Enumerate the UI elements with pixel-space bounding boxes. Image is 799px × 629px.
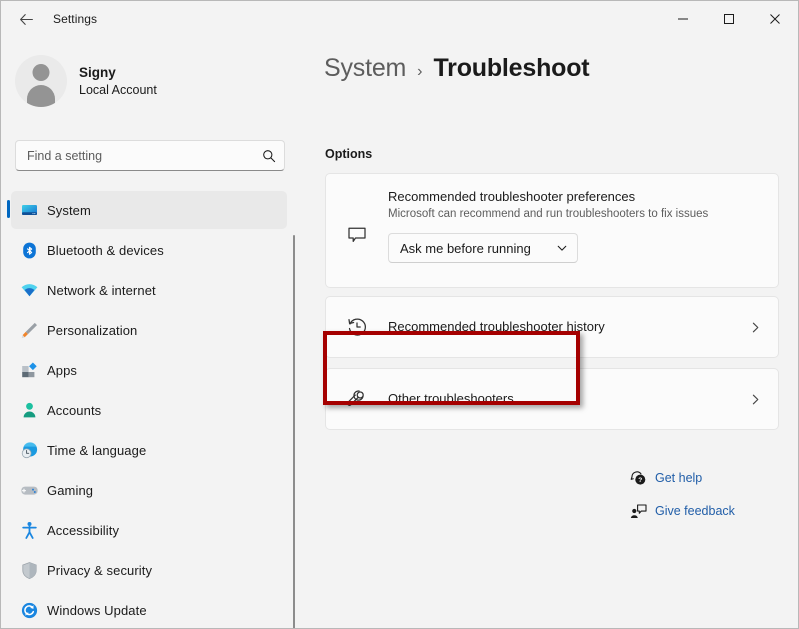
card-title: Other troubleshooters [388,391,514,406]
maximize-icon [724,14,734,24]
navigation-list: System Bluetooth & devices Network & int… [1,191,297,628]
section-label-options: Options [325,147,373,161]
sidebar-item-label: System [47,202,91,218]
sidebar-item-label: Personalization [47,322,138,338]
breadcrumb: System › Troubleshoot [324,54,590,83]
update-refresh-icon [11,601,47,620]
sidebar-item-label: Time & language [47,442,147,458]
card-body: Recommended troubleshooter history [388,318,732,336]
main-content: System › Troubleshoot Options Recommende… [297,37,798,628]
account-person-icon [11,401,47,420]
speech-bubble-icon [326,224,388,246]
breadcrumb-parent[interactable]: System [324,54,406,83]
shield-icon [11,561,47,580]
window-controls [660,1,798,37]
svg-text:?: ? [638,477,642,484]
minimize-icon [678,18,688,20]
search-icon [254,149,284,163]
back-arrow-icon [19,13,33,25]
sidebar-item-network-internet[interactable]: Network & internet [11,271,287,309]
close-button[interactable] [752,1,798,37]
sidebar-item-apps[interactable]: Apps [11,351,287,389]
sidebar-item-bluetooth-devices[interactable]: Bluetooth & devices [11,231,287,269]
sidebar-item-personalization[interactable]: Personalization [11,311,287,349]
card-body: Other troubleshooters [388,390,732,408]
wifi-icon [11,281,47,300]
troubleshooter-preference-dropdown[interactable]: Ask me before running [388,233,578,263]
card-recommended-troubleshooter-history[interactable]: Recommended troubleshooter history [325,296,779,358]
sidebar-item-label: Apps [47,362,78,378]
chevron-right-icon [732,393,778,406]
chevron-right-icon [732,321,778,334]
paintbrush-icon [11,321,47,340]
sidebar-item-label: Accounts [47,402,102,418]
close-icon [770,14,780,24]
card-title: Recommended troubleshooter history [388,319,605,334]
link-get-help[interactable]: ? Get help [621,467,702,489]
sidebar-item-label: Gaming [47,482,94,498]
chevron-down-icon [556,242,568,254]
card-recommended-troubleshooter-preferences: Recommended troubleshooter preferences M… [325,173,779,288]
card-body: Recommended troubleshooter preferences M… [388,188,778,263]
sidebar-item-system[interactable]: System [7,191,287,229]
gamepad-icon [11,481,47,500]
sidebar-item-label: Windows Update [47,602,147,618]
accessibility-person-icon [11,521,47,540]
wrench-icon [326,388,388,410]
card-description: Microsoft can recommend and run troubles… [388,208,709,220]
link-give-feedback[interactable]: Give feedback [621,500,735,522]
window-title: Settings [53,12,98,26]
sidebar: Signy Local Account Find a setting Syste… [1,37,297,628]
sidebar-item-time-language[interactable]: Time & language [11,431,287,469]
dropdown-value: Ask me before running [400,240,531,256]
page-title: Troubleshoot [433,54,590,82]
sidebar-item-label: Accessibility [47,522,120,538]
profile-section[interactable]: Signy Local Account [1,37,297,111]
sidebar-item-label: Privacy & security [47,562,153,578]
monitor-icon [11,201,47,220]
link-label: Give feedback [655,504,735,518]
card-other-troubleshooters[interactable]: Other troubleshooters [325,368,779,430]
apps-icon [11,361,47,380]
sidebar-item-label: Bluetooth & devices [47,242,164,258]
search-input[interactable] [16,148,254,163]
card-title: Recommended troubleshooter preferences [388,189,636,204]
profile-name: Signy [79,64,116,80]
maximize-button[interactable] [706,1,752,37]
sidebar-item-accessibility[interactable]: Accessibility [11,511,287,549]
search-box[interactable] [15,140,285,171]
profile-account-type: Local Account [79,82,157,97]
sidebar-item-gaming[interactable]: Gaming [11,471,287,509]
minimize-button[interactable] [660,1,706,37]
sidebar-scrollbar[interactable] [293,235,295,628]
sidebar-item-windows-update[interactable]: Windows Update [11,591,287,628]
breadcrumb-separator-icon: › [417,63,423,80]
sidebar-item-accounts[interactable]: Accounts [11,391,287,429]
feedback-person-icon [621,503,655,520]
clock-globe-icon [11,441,47,460]
link-label: Get help [655,471,703,485]
history-clock-icon [326,316,388,338]
profile-text: Signy Local Account [79,64,157,99]
back-button[interactable] [9,4,43,34]
title-bar: Settings [1,1,798,37]
person-avatar-icon [15,55,67,107]
bluetooth-icon [11,241,47,260]
settings-window: Settings Signy Local Account Find a sett… [0,0,799,629]
help-question-icon: ? [621,470,655,487]
sidebar-item-label: Network & internet [47,282,156,298]
sidebar-item-privacy-security[interactable]: Privacy & security [11,551,287,589]
